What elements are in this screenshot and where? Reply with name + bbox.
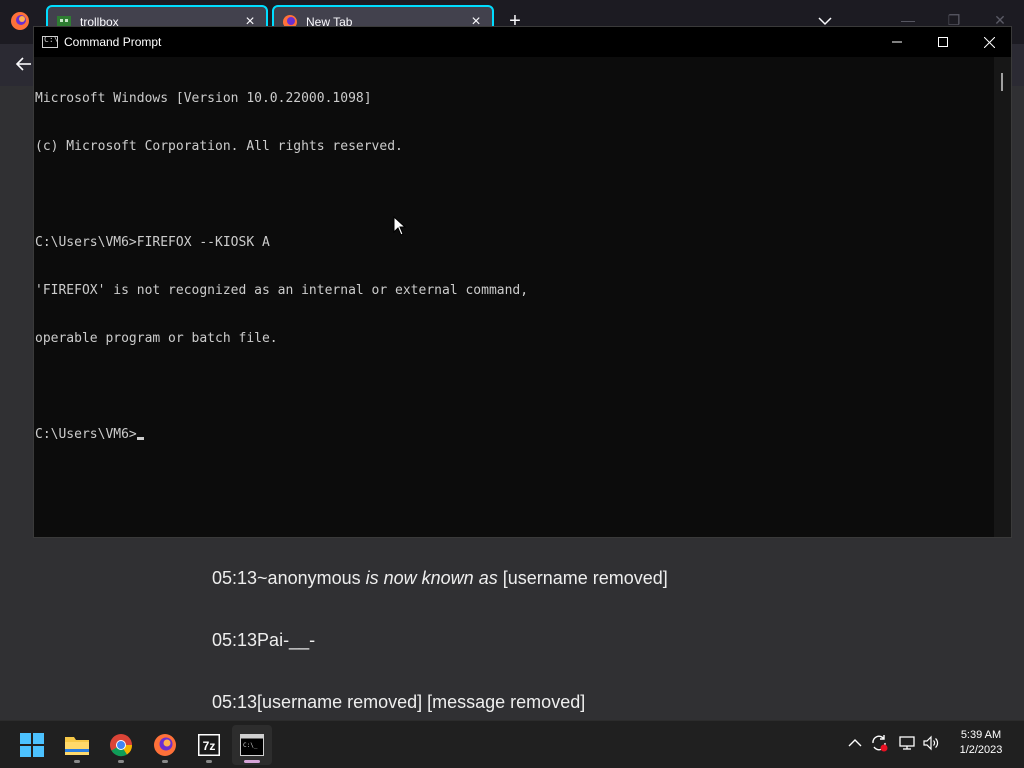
window-titlebar[interactable]: C:\ Command Prompt [34, 27, 1011, 57]
close-icon [983, 36, 995, 48]
message-time: 05:13 [212, 568, 258, 588]
maximize-button[interactable] [920, 27, 966, 57]
text-cursor [136, 437, 144, 440]
running-indicator [206, 760, 212, 763]
taskbar-clock[interactable]: 5:39 AM 1/2/2023 [946, 728, 1016, 758]
back-arrow-icon[interactable] [14, 54, 34, 74]
firefox-icon [154, 734, 176, 756]
message-time: 05:13 [212, 630, 258, 650]
windows-start-icon [20, 733, 44, 757]
start-button[interactable] [12, 725, 52, 765]
network-icon[interactable] [898, 734, 916, 752]
terminal-line: C:\Users\VM6>FIREFOX --KIOSK A [35, 235, 270, 250]
taskbar-command-prompt[interactable]: C:\_ [232, 725, 272, 765]
chat-message: 05:13~anonymous is now known as [usernam… [212, 568, 668, 589]
chevron-up-icon[interactable] [846, 734, 864, 752]
7zip-icon: 7z [198, 734, 220, 756]
close-button[interactable] [966, 27, 1012, 57]
message-action: is now known as [365, 568, 498, 588]
command-prompt-icon: C:\_ [240, 734, 264, 756]
mouse-pointer-icon [393, 216, 407, 236]
clock-time: 5:39 AM [960, 729, 1002, 741]
chrome-icon [110, 734, 133, 757]
running-indicator [244, 760, 260, 763]
sync-alert-icon[interactable] [870, 734, 888, 752]
vertical-scrollbar[interactable] [994, 57, 1011, 537]
terminal-output[interactable]: Microsoft Windows [Version 10.0.22000.10… [34, 57, 994, 537]
scrollbar-thumb[interactable] [1001, 73, 1003, 91]
firefox-menu-icon[interactable] [10, 11, 30, 31]
svg-text:C:\_: C:\_ [243, 742, 258, 749]
volume-icon[interactable] [922, 734, 940, 752]
minimize-button[interactable] [874, 27, 920, 57]
chat-message: 05:13[username removed] [message removed… [212, 692, 585, 713]
svg-text:7z: 7z [203, 739, 216, 753]
chat-message: 05:13Pai-__- [212, 630, 315, 651]
terminal-line: 'FIREFOX' is not recognized as an intern… [35, 283, 529, 298]
taskbar-file-explorer[interactable] [57, 725, 97, 765]
folder-icon [65, 737, 89, 755]
command-prompt-icon: C:\ [42, 35, 58, 48]
terminal-line: operable program or batch file. [35, 331, 278, 346]
terminal-line: Microsoft Windows [Version 10.0.22000.10… [35, 91, 372, 106]
window-title: Command Prompt [64, 35, 162, 49]
message-user: [username removed] [257, 692, 423, 712]
terminal-prompt-line[interactable]: C:\Users\VM6> [35, 427, 994, 443]
message-target: [username removed] [502, 568, 668, 588]
message-text: [message removed] [427, 692, 586, 712]
minimize-icon [892, 41, 902, 43]
running-indicator [74, 760, 80, 763]
terminal-line: (c) Microsoft Corporation. All rights re… [35, 139, 403, 154]
running-indicator [118, 760, 124, 763]
maximize-icon [938, 37, 948, 47]
message-user: ~anonymous [257, 568, 361, 588]
taskbar-chrome[interactable] [101, 725, 141, 765]
clock-date: 1/2/2023 [959, 744, 1003, 756]
command-prompt-window[interactable]: C:\ Command Prompt Microsoft Windows [Ve… [33, 26, 1012, 538]
running-indicator [162, 760, 168, 763]
taskbar-7zip[interactable]: 7z [189, 725, 229, 765]
message-time: 05:13 [212, 692, 258, 712]
message-user: Pai-__- [257, 630, 316, 650]
taskbar-firefox[interactable] [145, 725, 185, 765]
terminal-prompt: C:\Users\VM6> [35, 427, 137, 442]
